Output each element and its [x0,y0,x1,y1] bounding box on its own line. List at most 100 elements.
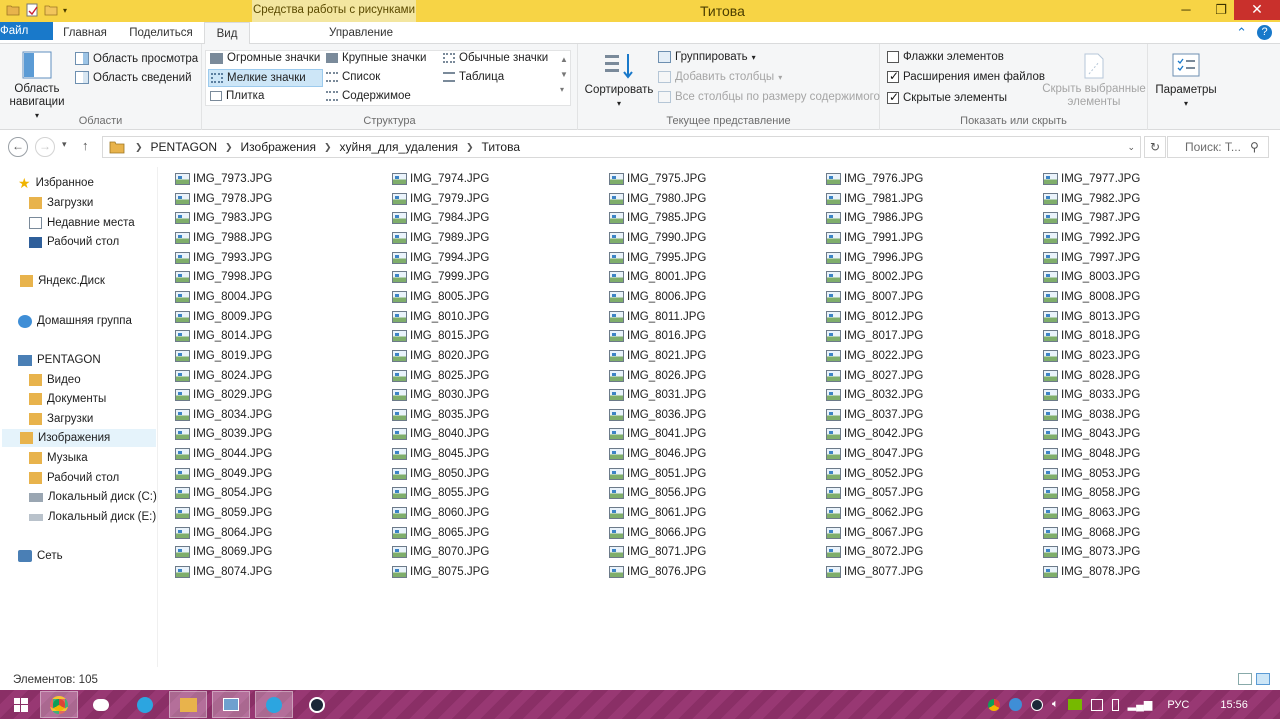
file-item[interactable]: IMG_7975.JPG [609,170,706,188]
file-item[interactable]: IMG_8069.JPG [175,543,272,561]
maximize-button[interactable]: ❐ [1205,0,1237,20]
file-item[interactable]: IMG_7989.JPG [392,229,489,247]
file-item[interactable]: IMG_8054.JPG [175,484,272,502]
item-checkboxes-checkbox[interactable] [887,51,899,63]
file-item[interactable]: IMG_8023.JPG [1043,347,1140,365]
file-item[interactable]: IMG_8063.JPG [1043,504,1140,522]
file-item[interactable]: IMG_8049.JPG [175,465,272,483]
file-item[interactable]: IMG_7987.JPG [1043,209,1140,227]
file-item[interactable]: IMG_8002.JPG [826,268,923,286]
file-item[interactable]: IMG_7999.JPG [392,268,489,286]
tab-view[interactable]: Вид [204,22,250,45]
file-item[interactable]: IMG_8071.JPG [609,543,706,561]
file-item[interactable]: IMG_7974.JPG [392,170,489,188]
file-item[interactable]: IMG_7977.JPG [1043,170,1140,188]
minimize-button[interactable]: ─ [1170,0,1202,20]
nav-yandex-disk[interactable]: Яндекс.Диск [20,272,105,290]
refresh-button[interactable]: ↻ [1144,136,1166,158]
file-item[interactable]: IMG_7998.JPG [175,268,272,286]
file-item[interactable]: IMG_8020.JPG [392,347,489,365]
recent-locations-button[interactable]: ▾ [62,139,67,150]
file-item[interactable]: IMG_7980.JPG [609,190,706,208]
breadcrumb-folder[interactable]: хуйня_для_удаления [338,140,460,154]
breadcrumb-separator-icon[interactable]: ❯ [129,142,149,153]
file-item[interactable]: IMG_7991.JPG [826,229,923,247]
file-item[interactable]: IMG_8056.JPG [609,484,706,502]
file-item[interactable]: IMG_8066.JPG [609,524,706,542]
taskbar-photo-viewer[interactable] [212,691,250,718]
file-item[interactable]: IMG_8018.JPG [1043,327,1140,345]
file-item[interactable]: IMG_8038.JPG [1043,406,1140,424]
hide-selected-button[interactable]: Скрыть выбранные элементы [1042,52,1146,109]
power-icon[interactable] [1111,698,1119,711]
file-item[interactable]: IMG_8078.JPG [1043,563,1140,581]
nav-recent[interactable]: Недавние места [29,214,135,232]
file-item[interactable]: IMG_8061.JPG [609,504,706,522]
nav-homegroup[interactable]: Домашняя группа [18,312,132,330]
file-item[interactable]: IMG_8029.JPG [175,386,272,404]
file-item[interactable]: IMG_8046.JPG [609,445,706,463]
huge-icons-option[interactable]: Огромные значки [210,52,320,64]
add-columns-button[interactable]: Добавить столбцы ▾ [658,71,782,83]
nav-music[interactable]: Музыка [29,449,88,467]
file-item[interactable]: IMG_8016.JPG [609,327,706,345]
file-item[interactable]: IMG_8059.JPG [175,504,272,522]
nav-network[interactable]: Сеть [18,547,63,565]
file-item[interactable]: IMG_8010.JPG [392,308,489,326]
volume-icon[interactable]: 🔈︎ [1052,698,1059,711]
taskbar-discord[interactable] [82,691,120,718]
file-item[interactable]: IMG_8064.JPG [175,524,272,542]
file-item[interactable]: IMG_8024.JPG [175,367,272,385]
file-item[interactable]: IMG_8073.JPG [1043,543,1140,561]
file-item[interactable]: IMG_8037.JPG [826,406,923,424]
file-item[interactable]: IMG_7988.JPG [175,229,272,247]
large-icons-option[interactable]: Крупные значки [326,52,426,64]
content-option[interactable]: Содержимое [326,90,411,102]
breadcrumb-separator-icon[interactable]: ❯ [318,142,338,153]
breadcrumb-pictures[interactable]: Изображения [239,140,318,154]
details-option[interactable]: Таблица [443,71,504,83]
signal-icon[interactable]: ▂▄▆ [1128,698,1153,711]
nav-this-pc[interactable]: PENTAGON [18,351,101,369]
language-indicator[interactable]: РУС [1167,699,1189,711]
file-item[interactable]: IMG_8052.JPG [826,465,923,483]
file-extensions-checkbox[interactable] [887,69,899,83]
file-item[interactable]: IMG_8009.JPG [175,308,272,326]
file-item[interactable]: IMG_8027.JPG [826,367,923,385]
nav-pc-desktop[interactable]: Рабочий стол [29,469,119,487]
medium-icons-option[interactable]: Обычные значки [443,52,548,64]
file-item[interactable]: IMG_8011.JPG [609,308,705,326]
file-item[interactable]: IMG_7983.JPG [175,209,272,227]
file-item[interactable]: IMG_8022.JPG [826,347,923,365]
up-button[interactable]: ↑ [82,138,89,153]
taskbar-explorer[interactable] [169,691,207,718]
file-item[interactable]: IMG_8003.JPG [1043,268,1140,286]
collapse-ribbon-icon[interactable]: ⌃ [1236,25,1247,41]
nav-disk-c[interactable]: Локальный диск (C:) [29,488,157,506]
file-item[interactable]: IMG_8040.JPG [392,425,489,443]
onedrive-icon[interactable] [1009,698,1022,711]
file-item[interactable]: IMG_7997.JPG [1043,249,1140,267]
taskbar-steam[interactable] [298,691,336,718]
file-item[interactable]: IMG_7976.JPG [826,170,923,188]
file-item[interactable]: IMG_7993.JPG [175,249,272,267]
nav-pictures[interactable]: Изображения [2,429,156,447]
file-item[interactable]: IMG_7978.JPG [175,190,272,208]
file-item[interactable]: IMG_8021.JPG [609,347,706,365]
hidden-items-checkbox[interactable] [887,90,899,104]
file-item[interactable]: IMG_8060.JPG [392,504,489,522]
group-by-button[interactable]: Группировать ▾ [658,51,756,63]
file-item[interactable]: IMG_7973.JPG [175,170,272,188]
clock[interactable]: 15:56 [1220,699,1248,711]
file-extensions-toggle[interactable]: Расширения имен файлов [887,69,1045,83]
file-item[interactable]: IMG_8075.JPG [392,563,489,581]
file-item[interactable]: IMG_8070.JPG [392,543,489,561]
file-item[interactable]: IMG_8031.JPG [609,386,706,404]
file-item[interactable]: IMG_8045.JPG [392,445,489,463]
item-checkboxes-toggle[interactable]: Флажки элементов [887,51,1004,63]
file-item[interactable]: IMG_8036.JPG [609,406,706,424]
file-item[interactable]: IMG_8017.JPG [826,327,923,345]
file-item[interactable]: IMG_7979.JPG [392,190,489,208]
file-item[interactable]: IMG_8030.JPG [392,386,489,404]
file-item[interactable]: IMG_7984.JPG [392,209,489,227]
